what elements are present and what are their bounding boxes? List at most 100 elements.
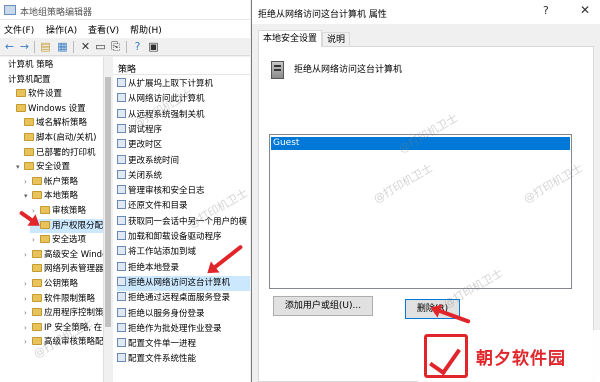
tree-item[interactable]: › 高级审核策略配 (22, 335, 103, 349)
expand-chevron-icon[interactable]: › (24, 248, 32, 262)
forward-arrow-icon[interactable]: → (18, 40, 31, 53)
gpedit-titlebar[interactable]: 本地组策略编辑器 (0, 0, 250, 20)
export-list-icon[interactable]: ⎘ (109, 40, 122, 53)
policy-icon (117, 154, 126, 164)
scrollbar-thumb[interactable] (105, 77, 111, 327)
app-icon (4, 5, 16, 15)
policy-list-item[interactable]: 从网络访问此计算机 (117, 92, 250, 107)
expand-chevron-icon[interactable]: › (24, 321, 32, 335)
policy-list-item[interactable]: 管理审核和安全日志 (117, 184, 250, 199)
group-policy-editor-window: 本地组策略编辑器 文件(F) 操作(A) 查看(V) 帮助(H) ← → ▤ ▦… (0, 0, 250, 382)
list-item-guest[interactable]: Guest (271, 137, 570, 150)
help-icon[interactable]: ? (131, 40, 144, 53)
tree-item[interactable]: ▾ 本地策略 (22, 189, 103, 203)
policy-item-label: 从远程系统强制关机 (128, 109, 205, 120)
collapse-chevron-icon[interactable]: ▾ (24, 189, 32, 203)
dialog-titlebar[interactable]: 拒绝从网络访问这台计算机 属性 ? ✕ (252, 0, 600, 24)
folder-icon (32, 279, 42, 287)
policy-list-item[interactable]: 从远程系统强制关机 (117, 108, 250, 123)
show-hide-tree-icon[interactable]: ▦ (56, 40, 69, 53)
tab-local-security-setting[interactable]: 本地安全设置 (258, 30, 322, 47)
tree-item[interactable]: › IP 安全策略, 在 (22, 321, 103, 335)
tree-scrollbar[interactable] (103, 57, 112, 382)
help-button[interactable]: ? (543, 4, 549, 17)
policy-list-item[interactable]: 拒绝作为批处理作业登录 (117, 322, 250, 337)
tree-item[interactable]: 已部署的打印机 (14, 146, 103, 160)
properties-icon[interactable]: ▭ (94, 40, 107, 53)
toolbar-separator (34, 41, 35, 53)
policy-name: 拒绝从网络访问这台计算机 (294, 65, 403, 75)
console-icon[interactable]: ▣ (147, 40, 160, 53)
policy-list-item[interactable]: 拒绝通过远程桌面服务登录 (117, 291, 250, 306)
folder-icon (24, 133, 34, 141)
policy-item-label: 拒绝以服务身份登录 (128, 308, 205, 319)
menu-bar: 文件(F) 操作(A) 查看(V) 帮助(H) (0, 20, 250, 38)
policy-item-label: 管理审核和安全日志 (128, 186, 205, 197)
policy-list-item[interactable]: 配置文件系统性能 (117, 352, 250, 367)
folder-icon (32, 322, 42, 331)
folder-icon (40, 235, 50, 244)
policy-icon (117, 338, 126, 348)
policy-item-label: 拒绝本地登录 (128, 262, 180, 273)
user-group-list[interactable]: Guest (269, 134, 572, 289)
expand-chevron-icon[interactable]: › (24, 175, 32, 189)
tree-item[interactable]: 软件设置 (6, 87, 103, 101)
expand-chevron-icon[interactable]: › (24, 335, 32, 349)
policy-list-item[interactable]: 配置文件单一进程 (117, 337, 250, 352)
toolbar: ← → ▤ ▦ ✕ ▭ ⎘ ? ▣ (0, 38, 250, 56)
tree-item-label: 高级审核策略配 (44, 337, 103, 348)
tree-item[interactable]: › 应用程序控制策 (22, 306, 103, 320)
policy-icon (117, 215, 126, 225)
policy-icon (117, 292, 126, 302)
tree-item[interactable]: ▾ 安全设置 (14, 160, 103, 174)
list-column-header[interactable]: 策略 (113, 57, 250, 75)
policy-list-item[interactable]: 拒绝本地登录 (117, 261, 250, 276)
tree-item[interactable]: 网络列表管理器 (22, 262, 103, 276)
tree-item[interactable]: 计算机 策略 (0, 58, 103, 72)
policy-list-item[interactable]: 调试程序 (117, 123, 250, 138)
policy-list-item[interactable]: 关闭系统 (117, 169, 250, 184)
navigation-tree[interactable]: 计算机 策略 计算机配置 软件设置 Windows 设置 域名解析策略 脚本(启动/关机)… (0, 57, 103, 382)
menu-action[interactable]: 操作(A) (46, 23, 77, 36)
close-button[interactable]: ✕ (580, 3, 590, 17)
folder-icon (32, 308, 42, 317)
collapse-chevron-icon[interactable]: ▾ (16, 160, 24, 174)
policy-list-item[interactable]: 更改系统时间 (117, 154, 250, 169)
menu-view[interactable]: 查看(V) (88, 23, 119, 36)
brand-badge: 朝夕软件园 (418, 330, 600, 382)
tree-item[interactable]: Windows 设置 (6, 102, 103, 116)
tree-item[interactable]: 计算机配置 (0, 73, 103, 87)
up-folder-icon[interactable]: ▤ (39, 40, 52, 53)
expand-chevron-icon[interactable]: › (24, 306, 32, 320)
policy-list-item[interactable]: 获取同一会话中另一个用户的模 (117, 215, 250, 230)
tree-item[interactable]: › 高级安全 Windo (22, 248, 103, 262)
menu-help[interactable]: 帮助(H) (130, 23, 162, 36)
policy-list-item[interactable]: 从扩展坞上取下计算机 (117, 77, 250, 92)
menu-file[interactable]: 文件(F) (4, 23, 34, 36)
expand-chevron-icon[interactable]: › (24, 292, 32, 306)
policy-list-item[interactable]: 还原文件和目录 (117, 199, 250, 214)
back-arrow-icon[interactable]: ← (3, 40, 16, 53)
expand-chevron-icon[interactable]: › (32, 233, 40, 247)
policy-list-item[interactable]: 拒绝以服务身份登录 (117, 307, 250, 322)
policy-list-item[interactable]: 加载和卸载设备驱动程序 (117, 230, 250, 245)
policy-list-item[interactable]: 更改时区 (117, 138, 250, 153)
expand-chevron-icon[interactable]: › (24, 277, 32, 291)
add-user-or-group-button[interactable]: 添加用户或组(U)... (273, 296, 373, 316)
policy-list-item[interactable]: 拒绝从网络访问这台计算机 (117, 275, 250, 291)
tree-item[interactable]: › 安全选项 (30, 233, 103, 247)
policy-item-label: 获取同一会话中另一个用户的模 (128, 216, 248, 227)
tree-item[interactable]: › 审核策略 (30, 204, 103, 218)
tree-item-label: 安全选项 (52, 235, 87, 246)
policy-item-label: 调试程序 (128, 124, 163, 135)
tree-item[interactable]: 域名解析策略 (14, 116, 103, 130)
folder-icon (32, 264, 42, 273)
policy-icon (117, 246, 126, 256)
policy-icon (117, 123, 126, 133)
tree-item[interactable]: › 公钥策略 (22, 277, 103, 291)
tab-explain[interactable]: 说明 (322, 32, 351, 46)
tree-item[interactable]: › 帐户策略 (22, 175, 103, 189)
tree-item[interactable]: › 软件限制策略 (22, 292, 103, 306)
delete-icon[interactable]: ✕ (79, 40, 92, 53)
tree-item[interactable]: 脚本(启动/关机) (14, 131, 103, 145)
